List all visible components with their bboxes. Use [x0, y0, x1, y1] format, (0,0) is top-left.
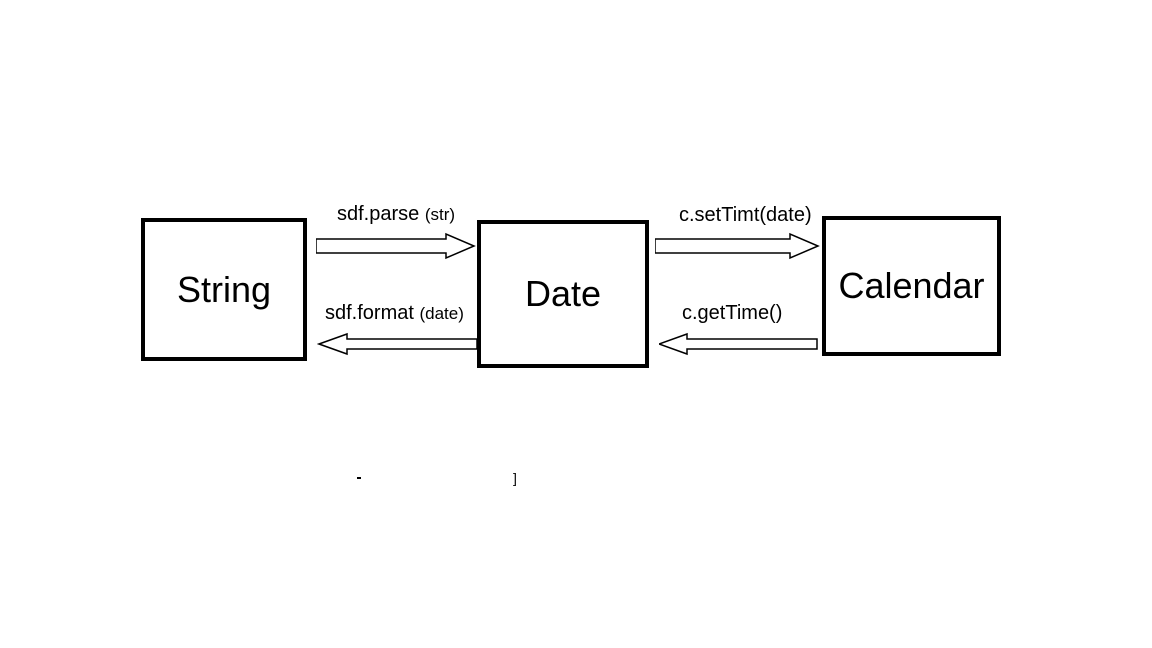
edge-string-to-date-label: sdf.parse (str)	[337, 203, 455, 226]
arrow-calendar-to-date	[659, 330, 819, 360]
node-string-label: String	[177, 269, 271, 311]
mark-left	[357, 477, 361, 479]
arrow-date-to-calendar	[655, 232, 820, 262]
node-date: Date	[477, 220, 649, 368]
node-calendar: Calendar	[822, 216, 1001, 356]
edge-date-to-string-label: sdf.format (date)	[325, 302, 464, 325]
node-calendar-label: Calendar	[838, 265, 984, 307]
arrow-string-to-date	[316, 232, 476, 262]
arrow-date-to-string	[317, 330, 477, 360]
node-string: String	[141, 218, 307, 361]
edge-date-to-calendar-label: c.setTimt(date)	[679, 204, 812, 227]
node-date-label: Date	[525, 273, 601, 315]
edge-calendar-to-date-label: c.getTime()	[682, 302, 782, 325]
mark-right: ]	[513, 470, 517, 486]
